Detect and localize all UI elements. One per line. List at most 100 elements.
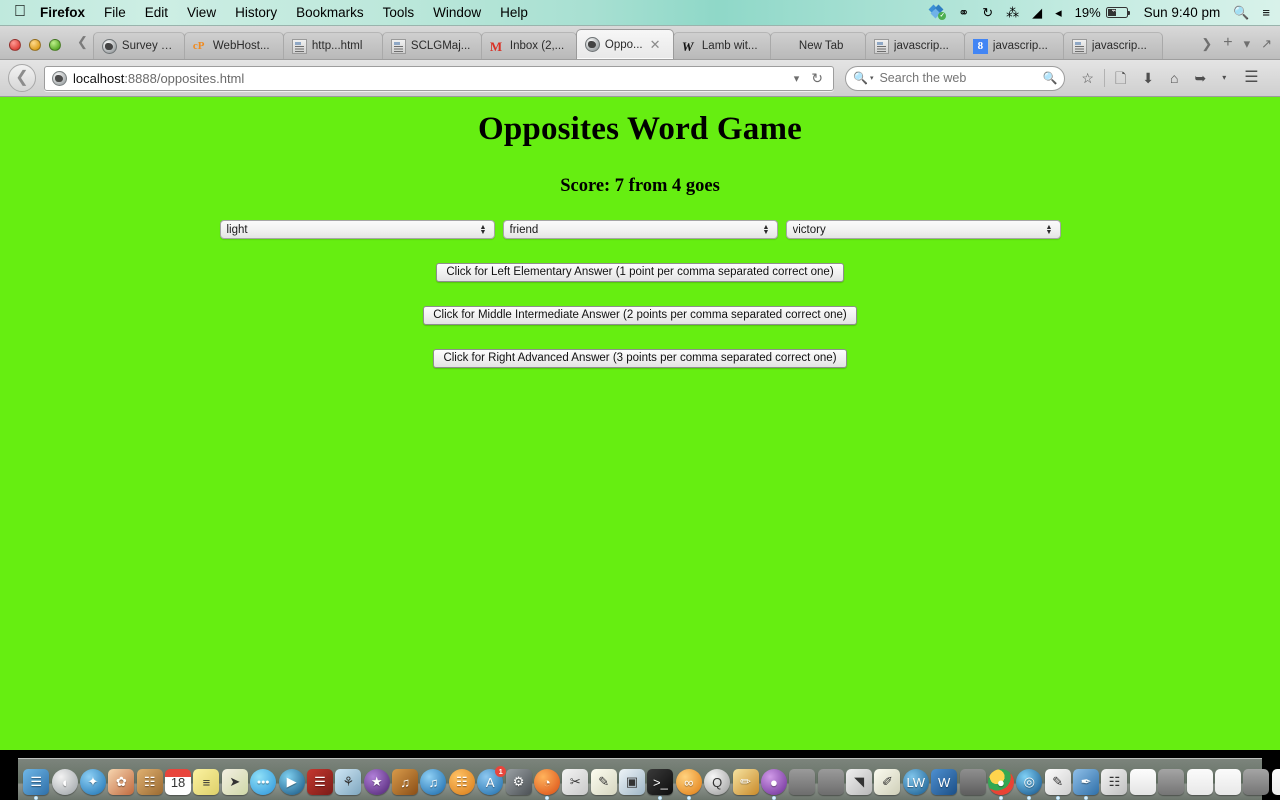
tab-javascript-2[interactable]: 8 javascrip... [963,32,1064,59]
microsoft-word-icon[interactable]: W [931,769,958,795]
stepper-up-down-icon[interactable]: ▲ ▼ [1045,224,1054,236]
middle-word-select[interactable]: friend ▲ ▼ [502,220,778,239]
photo-booth-icon[interactable]: ☰ [306,769,333,795]
minimize-button[interactable] [29,39,41,51]
chevron-down-icon[interactable]: ▾ [870,74,874,82]
sphere-icon[interactable]: ◎ [1016,769,1043,800]
calendar-icon[interactable]: 18 [165,769,192,795]
garageband-guitar-icon[interactable]: ♫ [392,769,419,795]
terminal-icon[interactable]: >_ [647,769,674,800]
tab-lamb-wit[interactable]: W Lamb wit... [672,32,771,59]
time-machine-icon[interactable]: ↻ [982,6,993,19]
left-elementary-answer-button[interactable]: Click for Left Elementary Answer (1 poin… [436,263,844,282]
ibooks-icon[interactable]: ☷ [448,769,475,795]
imovie-star-icon[interactable]: ★ [363,769,390,795]
tab-sclgmaj[interactable]: SCLGMaj... [381,32,482,59]
tab-javascript-1[interactable]: javascrip... [864,32,965,59]
firefox-icon[interactable]: ◔ [533,769,560,800]
minimized-window-icon[interactable] [1158,769,1185,795]
minimized-window-icon[interactable] [1186,769,1213,795]
facetime-camera-icon[interactable]: ▶ [278,769,305,795]
drawing-compass-icon[interactable]: ✐ [874,769,901,795]
document-window-icon[interactable] [1129,769,1156,795]
processing-app-icon[interactable]: ∞ [675,769,702,800]
reader-list-icon[interactable]: 🗋 [1115,71,1126,85]
menu-item-view[interactable]: View [187,5,216,20]
chevron-left-icon[interactable]: ❮ [75,34,93,59]
menu-item-file[interactable]: File [104,5,126,20]
lw-app-icon[interactable]: LW [902,769,929,795]
menu-item-tools[interactable]: Tools [383,5,415,20]
minimized-window-icon[interactable] [817,769,844,795]
search-bar[interactable]: 🔍 ▾ 🔍 [845,65,1066,91]
chevron-down-icon[interactable]: ▾ [794,72,800,85]
close-icon[interactable]: ✕ [650,38,661,51]
home-icon[interactable]: ⌂ [1170,71,1178,85]
back-arrow-icon[interactable]: ❮ [8,64,36,92]
hamburger-menu-icon[interactable]: ☰ [1244,70,1258,86]
zoom-button[interactable] [49,39,61,51]
tab-inbox[interactable]: M Inbox (2,... [480,32,577,59]
right-word-select[interactable]: victory ▲ ▼ [785,220,1061,239]
search-input[interactable] [877,70,1043,86]
folder-icon[interactable]: ✒ [1073,769,1100,800]
url-bar[interactable]: localhost:8888/opposites.html ▾ ↻ [44,65,834,91]
scissors-icon[interactable]: ✂ [562,769,589,795]
maps-icon[interactable]: ➤ [221,769,248,795]
contacts-book-icon[interactable]: ☷ [136,769,163,795]
sphere-icon[interactable]: ● [760,769,787,800]
plus-icon[interactable]: + [1223,35,1232,51]
middle-intermediate-answer-button[interactable]: Click for Middle Intermediate Answer (2 … [423,306,857,325]
search-submit-icon[interactable]: 🔍 [1042,71,1057,85]
bluetooth-icon[interactable]: ⁂ [1006,6,1019,19]
tab-survey-r[interactable]: Survey R... [92,32,185,59]
minimized-window-icon[interactable] [789,769,816,795]
finder-icon[interactable]: ☰ [23,769,50,800]
accessibility-icon[interactable]: ⚭ [958,6,969,19]
minimized-window-icon[interactable] [1214,769,1241,795]
app-store-icon[interactable]: A1 [477,766,507,795]
right-advanced-answer-button[interactable]: Click for Right Advanced Answer (3 point… [433,349,847,368]
dropbox-icon[interactable]: ✓ [928,4,947,21]
apple-logo-icon[interactable]:  [14,3,26,20]
tab-new-tab[interactable]: New Tab [769,32,866,59]
textedit-icon[interactable]: ✎ [590,769,617,795]
pocket-icon[interactable]: ➥ [1194,71,1206,85]
volume-icon[interactable]: ◂ [1055,6,1062,19]
iphoto-icon[interactable]: ⚘ [335,769,362,795]
minimized-window-icon[interactable] [959,769,986,795]
stickies-icon[interactable]: ◥ [846,769,873,795]
google-chrome-icon[interactable]: ● [987,769,1014,800]
menu-item-help[interactable]: Help [500,5,528,20]
documents-icon[interactable]: ✎ [1044,769,1071,800]
wifi-icon[interactable]: ◢ [1032,6,1042,19]
search-icon[interactable]: 🔍 [1233,6,1249,19]
preview-image-icon[interactable]: ▣ [619,769,646,795]
menu-bar-clock[interactable]: Sun 9:40 pm [1144,5,1221,20]
paintbrush-icon[interactable]: ✏ [732,769,759,795]
launchpad-icon[interactable]: ◖ [51,769,78,795]
book-icon[interactable]: ☷ [1101,769,1128,795]
reload-icon[interactable]: ↻ [811,70,823,87]
chevron-down-icon[interactable]: ▾ [1222,74,1226,82]
menu-item-bookmarks[interactable]: Bookmarks [296,5,364,20]
star-icon[interactable]: ☆ [1081,71,1094,85]
menu-item-firefox[interactable]: Firefox [40,5,85,20]
grapher-sphere-icon[interactable]: Q [704,769,731,795]
stepper-up-down-icon[interactable]: ▲ ▼ [479,224,488,236]
battery-charging-icon[interactable] [1105,6,1131,18]
chevron-right-icon[interactable]: ❯ [1201,37,1212,50]
menu-item-history[interactable]: History [235,5,277,20]
stepper-up-down-icon[interactable]: ▲ ▼ [762,224,771,236]
close-button[interactable] [9,39,21,51]
safari-compass-icon[interactable]: ✦ [79,769,106,795]
menu-item-edit[interactable]: Edit [145,5,168,20]
messages-bubble-icon[interactable]: ●●● [250,769,277,795]
tab-http-html[interactable]: http...html [282,32,383,59]
fullscreen-icon[interactable]: ↗ [1261,37,1272,50]
tab-opposites-active[interactable]: Oppo... ✕ [575,29,674,59]
photos-icon[interactable]: ✿ [108,769,135,795]
notes-icon[interactable]: ≡ [193,769,220,795]
itunes-note-icon[interactable]: ♫ [420,769,447,795]
left-word-select[interactable]: light ▲ ▼ [219,220,495,239]
